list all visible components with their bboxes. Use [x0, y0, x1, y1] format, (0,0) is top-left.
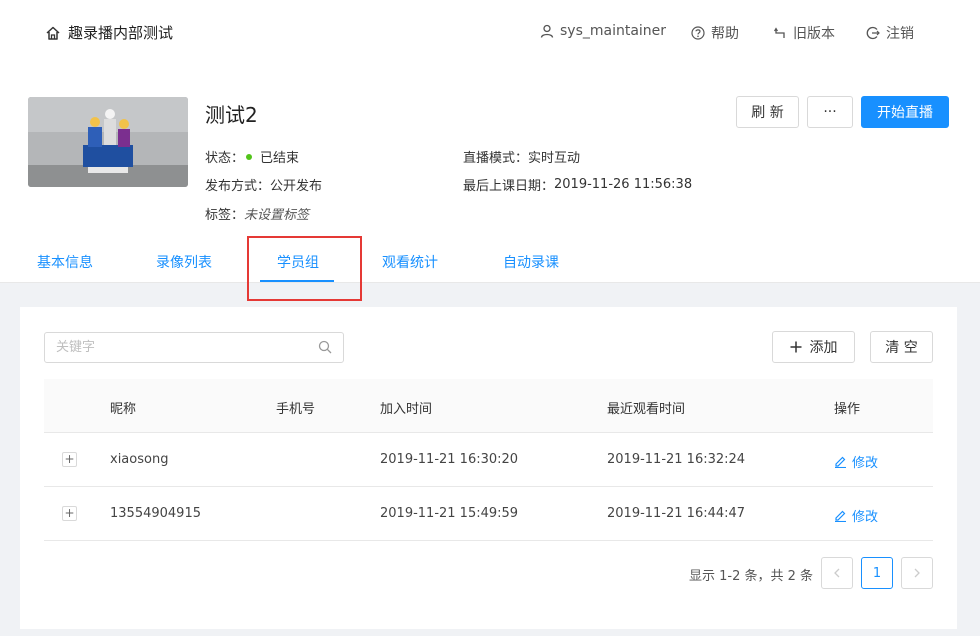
tab-view-stats[interactable]: 观看统计: [382, 252, 438, 272]
row-joined: 2019-11-21 15:49:59: [380, 506, 519, 521]
help-link[interactable]: 帮助: [691, 23, 739, 43]
status-field: 状态： 已结束: [205, 147, 299, 166]
old-version-link[interactable]: 旧版本: [773, 23, 835, 43]
tags-value: 未设置标签: [244, 208, 310, 223]
chevron-left-icon: [834, 568, 840, 578]
column-joined: 加入时间: [380, 402, 433, 417]
pagination-summary: 显示 1-2 条，共 2 条: [689, 569, 814, 584]
row-last-view: 2019-11-21 16:32:24: [607, 452, 746, 467]
chevron-right-icon: [914, 568, 920, 578]
search-input[interactable]: [56, 333, 306, 362]
column-actions: 操作: [834, 402, 861, 417]
last-date-value: 2019-11-26 11:56:38: [554, 177, 693, 192]
last-date-label: 最后上课日期：: [463, 179, 555, 194]
user-icon: [540, 24, 554, 38]
edit-link[interactable]: 修改: [834, 506, 878, 525]
column-phone: 手机号: [276, 402, 316, 417]
course-title: 测试2: [205, 103, 258, 127]
status-label: 状态：: [205, 151, 245, 166]
plus-icon: [790, 341, 801, 353]
status-dot: [246, 153, 253, 160]
edit-icon: [835, 456, 846, 468]
last-date-field: 最后上课日期： 2019-11-26 11:56:38: [463, 175, 692, 194]
old-version-label: 旧版本: [793, 26, 835, 42]
tags-label: 标签：: [205, 208, 245, 223]
publish-field: 发布方式： 公开发布: [205, 175, 322, 194]
search-icon[interactable]: [318, 340, 332, 354]
status-value: 已结束: [260, 151, 300, 166]
tab-recordings[interactable]: 录像列表: [156, 252, 212, 272]
publish-value: 公开发布: [270, 179, 323, 194]
row-nickname: 13554904915: [110, 506, 201, 521]
user-name: sys_maintainer: [560, 23, 667, 39]
table-header: 昵称 手机号 加入时间 最近观看时间 操作: [44, 379, 933, 433]
column-nickname: 昵称: [110, 402, 137, 417]
refresh-button[interactable]: 刷 新: [736, 96, 799, 128]
mode-field: 直播模式： 实时互动: [463, 147, 580, 166]
row-last-view: 2019-11-21 16:44:47: [607, 506, 746, 521]
more-button[interactable]: ···: [807, 96, 853, 128]
logout-icon: [866, 26, 880, 40]
edit-label: 修改: [852, 456, 879, 471]
highlight-box: [247, 236, 362, 301]
edit-icon: [835, 510, 846, 522]
help-label: 帮助: [711, 26, 739, 42]
tags-field: 标签： 未设置标签: [205, 204, 309, 223]
tab-basic-info[interactable]: 基本信息: [37, 252, 93, 272]
add-button[interactable]: 添加: [772, 331, 855, 363]
row-joined: 2019-11-21 16:30:20: [380, 452, 519, 467]
user-menu[interactable]: sys_maintainer: [540, 23, 666, 39]
prev-page-button[interactable]: [821, 557, 853, 589]
rollback-icon: [773, 27, 785, 38]
tab-auto-record[interactable]: 自动录课: [503, 252, 559, 272]
table-row: + xiaosong 2019-11-21 16:30:20 2019-11-2…: [44, 433, 933, 487]
logout-label: 注销: [886, 26, 914, 42]
expand-row-button[interactable]: +: [62, 506, 77, 521]
help-icon: [691, 26, 705, 40]
course-thumbnail: [28, 97, 188, 187]
column-last-view: 最近观看时间: [607, 402, 686, 417]
page-1-button[interactable]: 1: [861, 557, 893, 589]
home-link[interactable]: 趣录播内部测试: [45, 22, 173, 43]
clear-button[interactable]: 清 空: [870, 331, 933, 363]
logout-link[interactable]: 注销: [866, 23, 914, 43]
row-nickname: xiaosong: [110, 452, 169, 467]
top-bar: 趣录播内部测试 sys_maintainer 帮助 旧版本 注销: [0, 0, 980, 64]
add-label: 添加: [809, 340, 838, 356]
app-title: 趣录播内部测试: [68, 24, 174, 42]
edit-label: 修改: [852, 510, 879, 525]
mode-value: 实时互动: [528, 151, 581, 166]
start-live-button[interactable]: 开始直播: [861, 96, 949, 128]
publish-label: 发布方式：: [205, 179, 271, 194]
next-page-button[interactable]: [901, 557, 933, 589]
course-info-panel: 测试2 状态： 已结束 发布方式： 公开发布 标签： 未设置标签 直播模式： 实…: [0, 64, 980, 283]
expand-row-button[interactable]: +: [62, 452, 77, 467]
mode-label: 直播模式：: [463, 151, 529, 166]
table-row: + 13554904915 2019-11-21 15:49:59 2019-1…: [44, 487, 933, 541]
search-box[interactable]: [44, 332, 344, 363]
home-icon: [46, 26, 60, 40]
edit-link[interactable]: 修改: [834, 452, 878, 471]
